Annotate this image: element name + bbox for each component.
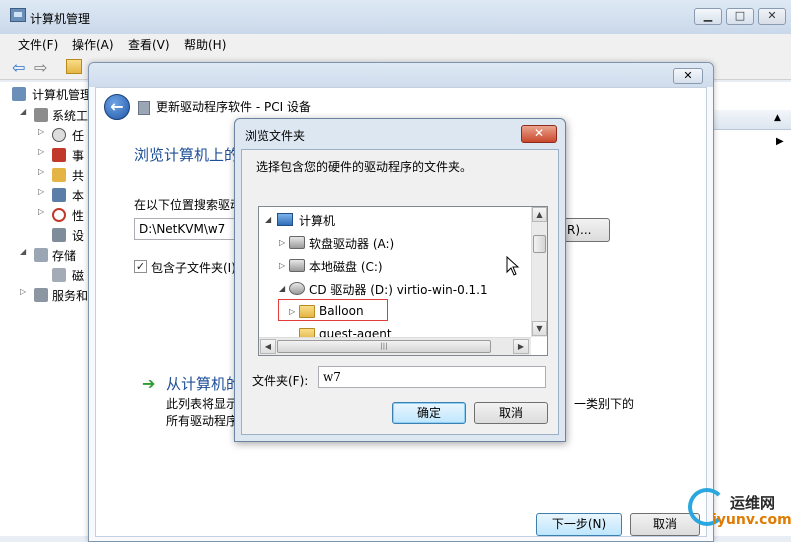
tools-icon — [34, 108, 48, 122]
menu-view[interactable]: 查看(V) — [124, 36, 174, 53]
more-actions-icon[interactable]: ▶ — [776, 136, 784, 147]
tree-node-cd-drive[interactable]: ◢ CD 驱动器 (D:) virtio-win-0.1.1 — [259, 278, 527, 301]
horizontal-scroll-thumb[interactable]: ||| — [277, 340, 491, 353]
mouse-cursor-icon — [506, 256, 520, 276]
menu-file[interactable]: 文件(F) — [14, 36, 62, 53]
tree-item-disk-management[interactable]: 磁 — [0, 265, 92, 285]
device-manager-icon — [52, 228, 66, 242]
vertical-scroll-thumb[interactable] — [533, 235, 546, 253]
menu-action[interactable]: 操作(A) — [68, 36, 118, 53]
tree-item-shared-folders[interactable]: ▷ 共 — [0, 165, 92, 185]
search-location-label: 在以下位置搜索驱动程序软件: — [134, 198, 238, 212]
computer-management-icon — [12, 87, 26, 101]
tree-node-local-disk[interactable]: ▷ 本地磁盘 (C:) — [259, 255, 527, 278]
local-disk-icon — [289, 259, 305, 272]
tree-item-task-scheduler[interactable]: ▷ 任 — [0, 125, 92, 145]
collapse-up-icon[interactable]: ▲ — [774, 113, 781, 123]
browse-cancel-button[interactable]: 取消 — [474, 402, 548, 424]
pick-from-list-link[interactable]: 从计算机的设备驱动程序列表中选择 — [166, 373, 238, 394]
next-button[interactable]: 下一步(N) — [536, 513, 622, 536]
tree-horizontal-scrollbar[interactable]: ◀ ||| ▶ — [259, 337, 531, 355]
tree-item-system-tools[interactable]: ◢ 系统工 — [0, 105, 92, 125]
driver-path-input[interactable]: D:\NetKVM\w7 — [134, 218, 238, 240]
up-folder-icon[interactable] — [66, 59, 82, 74]
clock-icon — [52, 128, 66, 142]
tree-item-event-viewer[interactable]: ▷ 事 — [0, 145, 92, 165]
wizard-heading: 浏览计算机上的驱动程序文件 — [134, 146, 238, 164]
tree-item-storage[interactable]: ◢ 存储 — [0, 245, 92, 265]
device-icon — [138, 101, 150, 115]
floppy-drive-icon — [289, 236, 305, 249]
folder-field-label: 文件夹(F): — [252, 374, 309, 388]
browse-dialog-title: 浏览文件夹 — [245, 129, 306, 143]
browse-close-button[interactable]: ✕ — [521, 125, 557, 143]
console-tree: 计算机管理 ◢ 系统工 ▷ 任 ▷ 事 ▷ 共 ▷ 本 ▷ 性 设 ◢ 存储 磁… — [0, 82, 92, 536]
tree-node-floppy[interactable]: ▷ 软盘驱动器 (A:) — [259, 232, 527, 255]
tree-item-local-users[interactable]: ▷ 本 — [0, 185, 92, 205]
tree-vertical-scrollbar[interactable]: ▲ ▼ — [531, 207, 547, 337]
menu-bar: 文件(F) 操作(A) 查看(V) 帮助(H) — [0, 34, 791, 54]
browse-instruction: 选择包含您的硬件的驱动程序的文件夹。 — [256, 160, 473, 174]
minimize-button[interactable]: ▁ — [694, 8, 722, 25]
scroll-left-button[interactable]: ◀ — [260, 339, 276, 354]
scroll-down-button[interactable]: ▼ — [532, 321, 547, 336]
tree-item-services[interactable]: ▷ 服务和 — [0, 285, 92, 305]
wizard-header-title: 更新驱动程序软件 - PCI 设备 — [156, 100, 311, 114]
include-subfolders-label: 包含子文件夹(I) — [151, 261, 236, 275]
folder-tree[interactable]: ◢ 计算机 ▷ 软盘驱动器 (A:) ▷ 本地磁盘 (C:) ◢ CD 驱动器 … — [258, 206, 548, 356]
disk-icon — [52, 268, 66, 282]
browse-button[interactable]: R)... — [564, 218, 610, 242]
computer-management-icon — [10, 8, 26, 22]
maximize-button[interactable]: □ — [726, 8, 754, 25]
cd-drive-icon — [289, 282, 305, 295]
storage-icon — [34, 248, 48, 262]
wizard-back-button[interactable]: ← — [104, 94, 130, 120]
forward-arrow-icon[interactable]: ⇨ — [34, 58, 47, 77]
include-subfolders-checkbox[interactable]: ✓ — [134, 260, 147, 273]
pick-from-list-description-tail: 一类别下的 — [574, 397, 635, 411]
browse-folder-dialog: 浏览文件夹 ✕ 选择包含您的硬件的驱动程序的文件夹。 ◢ 计算机 ▷ 软盘驱动器… — [234, 118, 566, 442]
wizard-frame-top — [89, 63, 713, 87]
close-button[interactable]: ✕ — [758, 8, 786, 25]
shared-folder-icon — [52, 168, 66, 182]
balloon-highlight-box — [278, 299, 388, 321]
scroll-right-button[interactable]: ▶ — [513, 339, 529, 354]
green-arrow-icon: ➔ — [142, 374, 156, 393]
performance-icon — [52, 208, 66, 222]
menu-help[interactable]: 帮助(H) — [180, 36, 230, 53]
event-viewer-icon — [52, 148, 66, 162]
actions-pane: ▲ ▶ — [713, 82, 791, 536]
wizard-close-button[interactable]: ✕ — [673, 68, 703, 84]
scroll-up-button[interactable]: ▲ — [532, 207, 547, 222]
browse-dialog-body: 选择包含您的硬件的驱动程序的文件夹。 ◢ 计算机 ▷ 软盘驱动器 (A:) ▷ … — [241, 149, 559, 435]
back-arrow-icon[interactable]: ⇦ — [12, 58, 25, 77]
services-icon — [34, 288, 48, 302]
actions-header: ▲ — [714, 110, 791, 130]
folder-icon — [299, 328, 315, 337]
computer-icon — [277, 213, 293, 226]
pick-from-list-description: 此列表将显示与该设备兼容的已安装的驱动程序软件 — [166, 397, 238, 411]
tree-item-computer-management[interactable]: 计算机管理 — [0, 84, 92, 104]
ok-button[interactable]: 确定 — [392, 402, 466, 424]
tree-node-guest-agent[interactable]: guest-agent — [259, 324, 527, 337]
users-icon — [52, 188, 66, 202]
watermark-url: iyunv.com — [712, 512, 791, 528]
folder-input[interactable]: w7 — [318, 366, 546, 388]
tree-item-performance[interactable]: ▷ 性 — [0, 205, 92, 225]
mmc-window-title: 计算机管理 — [30, 12, 91, 26]
mmc-title-bar: 计算机管理 ▁ □ ✕ — [0, 0, 791, 34]
wizard-cancel-button[interactable]: 取消 — [630, 513, 700, 536]
tree-node-computer[interactable]: ◢ 计算机 — [259, 209, 527, 232]
tree-item-device-manager[interactable]: 设 — [0, 225, 92, 245]
watermark-name: 运维网 — [730, 494, 776, 512]
pick-from-list-description-2: 所有驱动程序软件。 — [166, 414, 238, 428]
